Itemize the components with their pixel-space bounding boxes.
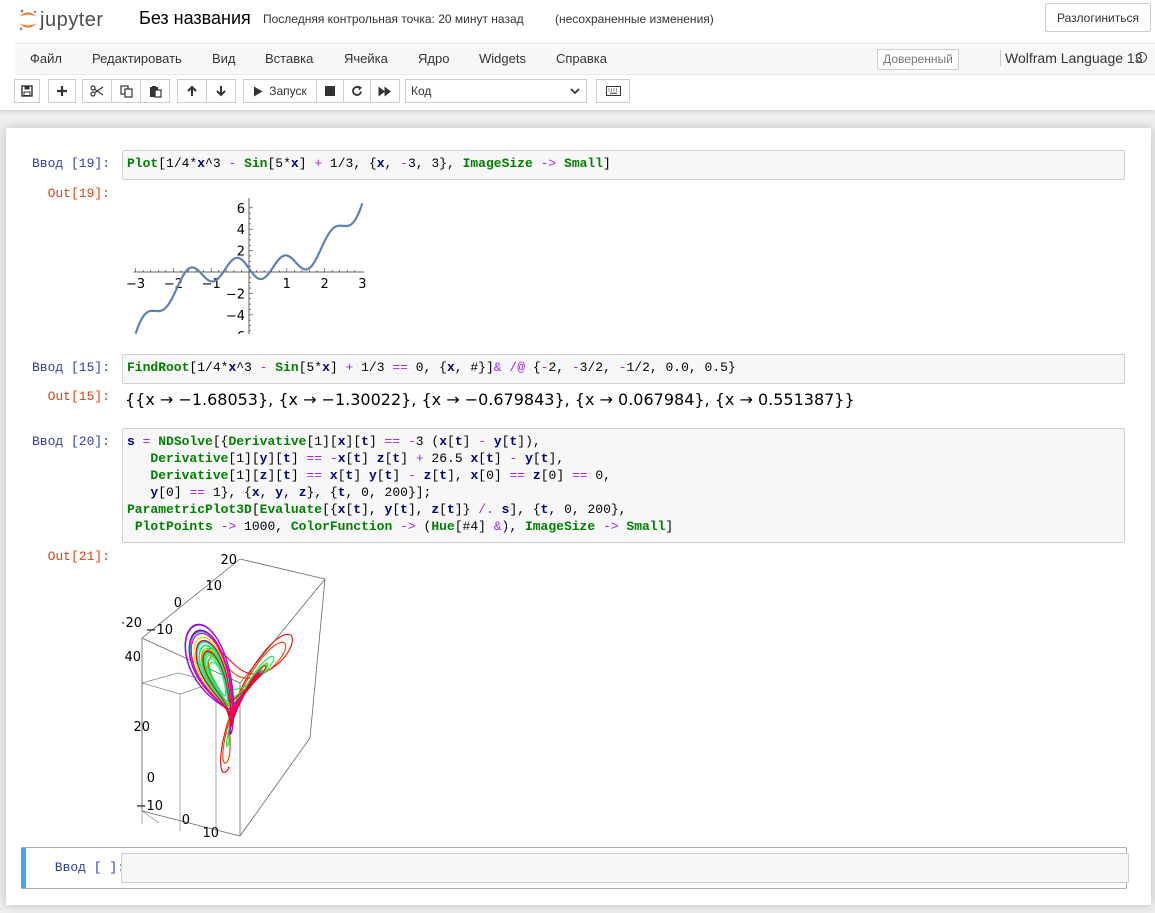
- function-plot: −3−2−1123642−2−4−6: [126, 198, 367, 334]
- z-tick-label: 40: [124, 650, 141, 665]
- insert-cell-button[interactable]: [48, 79, 76, 103]
- notebook-name[interactable]: Без названия: [139, 8, 251, 29]
- checkpoint-status: Последняя контрольная точка: 20 минут на…: [263, 12, 524, 26]
- x-tick-label: 20: [220, 553, 237, 568]
- output-prompt: Out[21]:: [47, 549, 110, 564]
- trajectory-segment: [227, 766, 230, 771]
- stop-icon: [325, 86, 335, 96]
- fast-forward-icon: [378, 86, 391, 96]
- save-button[interactable]: [14, 79, 40, 103]
- trajectory-segment: [228, 641, 287, 725]
- z-tick-label: 20: [133, 720, 150, 735]
- trajectory-segment: [228, 750, 231, 756]
- menu-cell[interactable]: Ячейка: [344, 51, 388, 66]
- cell-type-select[interactable]: Код: [405, 79, 587, 103]
- kernel-name: Wolfram Language 13: [1000, 50, 1143, 66]
- copy-button[interactable]: [111, 79, 141, 103]
- x-tick-label: 0: [174, 596, 182, 611]
- code-input[interactable]: s = NDSolve[{Derivative[1][x][t] == -3 (…: [122, 428, 1125, 543]
- findroot-output: {{x → −1.68053}, {x → −1.30022}, {x → −0…: [125, 390, 855, 409]
- y-tick-label: −4: [226, 309, 245, 324]
- play-icon: [254, 86, 263, 96]
- plot-box-edge: [239, 558, 326, 580]
- plot-box-edge: [141, 810, 241, 837]
- plot-box-edge: [141, 672, 179, 684]
- jupyter-logo[interactable]: jupyter: [18, 6, 104, 34]
- z-tick-label: 0: [147, 771, 155, 786]
- cut-button[interactable]: [82, 79, 112, 103]
- trajectory-segment: [224, 697, 228, 702]
- paste-button[interactable]: [140, 79, 170, 103]
- menu-widgets[interactable]: Widgets: [479, 51, 526, 66]
- x-tick-label: −20: [122, 616, 142, 631]
- code-input[interactable]: Plot[1/4*x^3 - Sin[5*x] + 1/3, {x, -3, 3…: [122, 150, 1125, 180]
- kernel-idle-icon: [1136, 52, 1147, 63]
- output-prompt: Out[19]:: [47, 186, 110, 201]
- x-tick-label: 2: [320, 277, 328, 292]
- input-prompt: Ввод [19]:: [31, 156, 110, 171]
- x-tick-label: 1: [283, 277, 291, 292]
- menu-edit[interactable]: Редактировать: [92, 51, 182, 66]
- y-tick-label: 4: [237, 223, 245, 238]
- input-prompt: Ввод [15]:: [31, 360, 110, 375]
- x-tick-label: −10: [146, 623, 173, 638]
- y-tick-label: −6: [226, 330, 245, 334]
- menu-file[interactable]: Файл: [30, 51, 62, 66]
- cell-type-value: Код: [411, 84, 432, 98]
- trajectory-segment: [220, 765, 229, 773]
- lorenz-3d-plot: 20100−10−2040200−10010: [122, 553, 326, 841]
- restart-button[interactable]: [343, 79, 371, 103]
- copy-icon: [119, 84, 133, 98]
- plot-box-edge: [309, 578, 326, 739]
- plot-box-edge: [239, 737, 311, 837]
- menu-insert[interactable]: Вставка: [265, 51, 313, 66]
- notebook-page: Ввод [19]: Plot[1/4*x^3 - Sin[5*x] + 1/3…: [6, 128, 1151, 905]
- y-tick-label: 0: [182, 813, 190, 828]
- autosave-status: (несохраненные изменения): [555, 12, 714, 26]
- arrow-down-icon: [216, 86, 226, 97]
- menu-help[interactable]: Справка: [556, 51, 607, 66]
- move-up-button[interactable]: [177, 79, 207, 103]
- input-prompt: Ввод [20]:: [31, 434, 110, 449]
- chevron-down-icon: [570, 88, 580, 95]
- lorenz-trajectory: [184, 623, 293, 773]
- active-cell: Ввод [ ]:: [21, 847, 1129, 889]
- save-icon: [21, 85, 33, 97]
- keyboard-icon: [605, 86, 621, 96]
- plot-box-edge: [141, 682, 181, 695]
- cut-icon: [90, 85, 104, 97]
- menu-view[interactable]: Вид: [212, 51, 236, 66]
- logo-text: jupyter: [40, 8, 104, 31]
- arrow-up-icon: [187, 85, 197, 96]
- menubar: Файл Редактировать Вид Вставка Ячейка Яд…: [15, 43, 1155, 75]
- trusted-indicator[interactable]: Доверенный: [877, 49, 959, 70]
- plus-icon: [57, 86, 67, 96]
- input-prompt: Ввод [ ]:: [54, 860, 125, 875]
- trajectory-segment: [226, 755, 230, 763]
- x-tick-label: 10: [205, 579, 222, 594]
- restart-run-all-button[interactable]: [370, 79, 400, 103]
- y-tick-label: −2: [226, 287, 245, 302]
- y-tick-label: 6: [237, 202, 245, 217]
- run-label: Запуск: [269, 84, 307, 98]
- move-down-button[interactable]: [206, 79, 236, 103]
- header: jupyter Без названия Последняя контрольн…: [0, 0, 1155, 110]
- run-button[interactable]: Запуск: [243, 79, 317, 103]
- y-tick-label: −10: [136, 799, 163, 814]
- code-input[interactable]: FindRoot[1/4*x^3 - Sin[5*x] + 1/3 == 0, …: [122, 354, 1125, 384]
- menu-kernel[interactable]: Ядро: [418, 51, 449, 66]
- output-prompt: Out[15]:: [47, 389, 110, 404]
- jupyter-logo-icon: [19, 9, 36, 31]
- x-tick-label: 3: [358, 277, 366, 292]
- paste-icon: [149, 85, 162, 98]
- x-tick-label: −3: [126, 277, 145, 292]
- code-input-empty[interactable]: [121, 853, 1129, 883]
- restart-icon: [352, 85, 362, 96]
- interrupt-button[interactable]: [316, 79, 344, 103]
- command-palette-button[interactable]: [596, 79, 630, 103]
- y-tick-label: 10: [202, 826, 219, 841]
- logout-button[interactable]: Разлогиниться: [1045, 3, 1151, 32]
